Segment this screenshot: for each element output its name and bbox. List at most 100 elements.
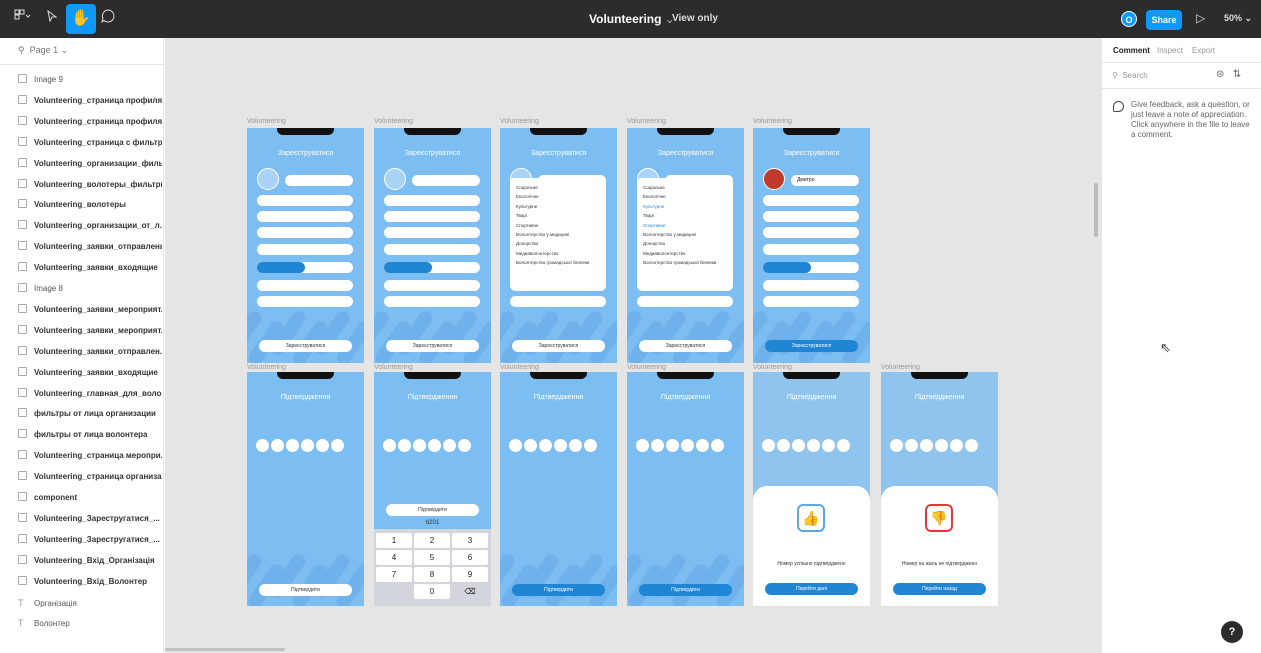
code-digit[interactable]: [286, 439, 299, 452]
layer-item[interactable]: Image 9: [18, 72, 162, 88]
code-digit[interactable]: [458, 439, 471, 452]
dropdown-item[interactable]: Тварі: [643, 211, 727, 220]
layer-item[interactable]: Volunteering_заявки_мероприят...: [18, 323, 162, 339]
code-digit[interactable]: [837, 439, 850, 452]
phone-frame-register[interactable]: Зареєструватися Зареєструватися: [374, 128, 491, 363]
keypad-key[interactable]: 8: [414, 567, 450, 582]
confirm-button[interactable]: Підтвердити: [512, 584, 605, 596]
dropdown-item[interactable]: Волонтерство громадської безпеки: [516, 258, 600, 267]
comment-search[interactable]: ⚲ Search: [1112, 71, 1148, 80]
layer-item[interactable]: Volunteering_Вхід_Волонтер: [18, 574, 162, 590]
keypad-key[interactable]: 4: [376, 550, 412, 565]
help-button[interactable]: ?: [1221, 621, 1243, 643]
interest-select[interactable]: [257, 280, 353, 291]
dropdown-item[interactable]: Волонтерство громадської безпеки: [643, 258, 727, 267]
dropdown-item[interactable]: Спортивне: [516, 221, 600, 230]
code-digit[interactable]: [935, 439, 948, 452]
confirm-button[interactable]: Підтвердити: [639, 584, 732, 596]
dropdown-item[interactable]: Соціальне: [516, 183, 600, 192]
dropdown-item[interactable]: Волонтерство у медицині: [516, 230, 600, 239]
code-digit[interactable]: [509, 439, 522, 452]
layer-item[interactable]: Volunteering_волотеры_фильтры: [18, 177, 162, 193]
link-field[interactable]: [257, 296, 353, 307]
dropdown-item[interactable]: Соціальне: [643, 183, 727, 192]
backspace-key[interactable]: ⌫: [452, 584, 488, 599]
code-digit[interactable]: [711, 439, 724, 452]
filter-icon[interactable]: ⊜: [1216, 69, 1224, 80]
code-digit[interactable]: [651, 439, 664, 452]
layer-item[interactable]: Volunteering_страница меропри...: [18, 448, 162, 464]
layer-item[interactable]: фильтры от лица организации: [18, 406, 162, 422]
share-button[interactable]: Share: [1146, 10, 1182, 30]
dropdown-item[interactable]: Екологічне: [643, 192, 727, 201]
layer-item[interactable]: Volunteering_страница с фильтр...: [18, 135, 162, 151]
code-input[interactable]: [636, 439, 736, 453]
code-digit[interactable]: [398, 439, 411, 452]
code-digit[interactable]: [554, 439, 567, 452]
phone-frame-confirm[interactable]: Підтвердження Підтвердити: [500, 372, 617, 606]
dropdown-item[interactable]: Екологічне: [516, 192, 600, 201]
phone-frame-register[interactable]: Зареєструватися Соціальне Екологічне Культу…: [500, 128, 617, 363]
layer-item[interactable]: Volunteering_заявки_мероприят...: [18, 302, 162, 318]
code-digit[interactable]: [584, 439, 597, 452]
layer-item[interactable]: Volunteering_Зарестругатися_...: [18, 511, 162, 527]
layer-item[interactable]: Volunteering_заявки_входящие: [18, 260, 162, 276]
layer-item[interactable]: Image 8: [18, 281, 162, 297]
phone-frame-register[interactable]: Зареєструватися Соціальне Екологічне Культу…: [627, 128, 744, 363]
keypad-key[interactable]: 7: [376, 567, 412, 582]
comment-tool-icon[interactable]: [100, 9, 116, 29]
keypad-key[interactable]: 1: [376, 533, 412, 548]
register-button[interactable]: Зареєструватися: [639, 340, 732, 352]
code-input[interactable]: [762, 439, 862, 453]
file-title[interactable]: Volunteering ⌄: [589, 12, 675, 26]
tab-comment[interactable]: Comment: [1113, 46, 1150, 55]
code-digit[interactable]: [777, 439, 790, 452]
phone-frame-confirm[interactable]: Підтвердження Підтвердити: [627, 372, 744, 606]
code-digit[interactable]: [762, 439, 775, 452]
code-input[interactable]: [383, 439, 483, 453]
code-digit[interactable]: [301, 439, 314, 452]
code-digit[interactable]: [524, 439, 537, 452]
code-digit[interactable]: [413, 439, 426, 452]
confirm-button[interactable]: Підтвердити: [386, 504, 479, 516]
register-button[interactable]: Зареєструватися: [765, 340, 858, 352]
keypad-key[interactable]: 0: [414, 584, 450, 599]
keypad-key[interactable]: 6: [452, 550, 488, 565]
horizontal-scrollbar[interactable]: [165, 648, 285, 651]
move-tool-icon[interactable]: [44, 9, 60, 29]
page-selector[interactable]: ⚲ Page 1 ⌄: [18, 45, 68, 56]
hand-tool-icon[interactable]: ✋: [66, 4, 96, 34]
layer-item[interactable]: Volunteering_главная_для_волон...: [18, 386, 162, 402]
dropdown-item[interactable]: Донорство: [516, 239, 600, 248]
category-dropdown[interactable]: Соціальне Екологічне Культурне Тварі Спортив…: [637, 178, 733, 286]
tab-export[interactable]: Export: [1192, 46, 1215, 55]
keypad-key[interactable]: 3: [452, 533, 488, 548]
layer-item[interactable]: Volunteering_организации_филь...: [18, 156, 162, 172]
layer-item[interactable]: Volunteering_Вхід_Організація: [18, 553, 162, 569]
link-field[interactable]: [510, 296, 606, 307]
code-digit[interactable]: [256, 439, 269, 452]
figma-menu-icon[interactable]: [12, 9, 34, 29]
layer-item[interactable]: Volunteering_заявки_отправленые: [18, 239, 162, 255]
layer-item[interactable]: Volunteering_страница профиля ...: [18, 93, 162, 109]
keypad-key[interactable]: 2: [414, 533, 450, 548]
dropdown-item[interactable]: Культурне: [643, 202, 727, 211]
layer-item[interactable]: Volunteering_страница организа...: [18, 469, 162, 485]
code-digit[interactable]: [950, 439, 963, 452]
code-digit[interactable]: [965, 439, 978, 452]
phone-frame-register[interactable]: Зареєструватися Дмитро Зареєструватися: [753, 128, 870, 363]
phone-frame-confirm[interactable]: Підтвердження 👎 Номер на жаль не підтвердж…: [881, 372, 998, 606]
avatar[interactable]: O: [1121, 11, 1137, 27]
layer-item[interactable]: Volunteering_организации_от_л...: [18, 218, 162, 234]
category-dropdown[interactable]: Соціальне Екологічне Культурне Тварі Спортив…: [510, 178, 606, 286]
code-digit[interactable]: [792, 439, 805, 452]
layer-item[interactable]: Volunteering_заявки_отправлен...: [18, 344, 162, 360]
register-button[interactable]: Зареєструватися: [386, 340, 479, 352]
dropdown-item[interactable]: Спортивне: [643, 221, 727, 230]
numeric-keypad[interactable]: 1 2 3 4 5 6 7 8 9 0 ⌫: [374, 529, 491, 606]
dropdown-item[interactable]: Культурне: [516, 202, 600, 211]
code-digit[interactable]: [666, 439, 679, 452]
result-button[interactable]: Перейти назад: [893, 583, 986, 595]
code-input[interactable]: [890, 439, 990, 453]
code-digit[interactable]: [807, 439, 820, 452]
